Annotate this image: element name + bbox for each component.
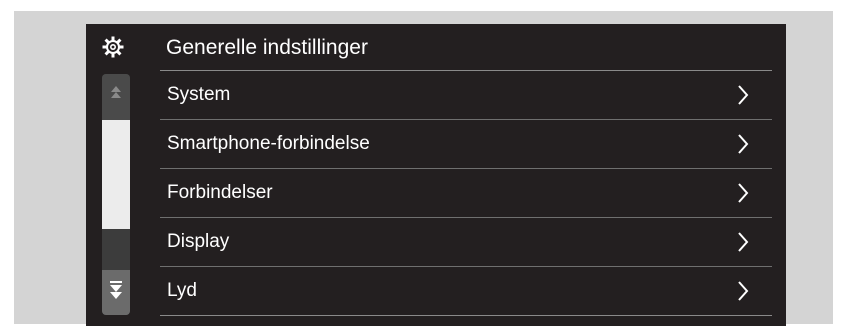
menu-item-label: System <box>167 84 231 105</box>
scroll-down-icon <box>110 281 122 299</box>
menu-item-label: Forbindelser <box>167 182 273 203</box>
settings-menu-list: System Smartphone-forbindelse Forbindels… <box>160 71 772 316</box>
menu-item-smartphone-connection[interactable]: Smartphone-forbindelse <box>160 120 772 169</box>
menu-item-label: Display <box>167 231 230 252</box>
scrollbar[interactable] <box>102 74 130 315</box>
gear-icon <box>102 36 124 58</box>
scroll-down-button[interactable] <box>102 270 130 315</box>
menu-item-display[interactable]: Display <box>160 218 772 267</box>
chevron-right-icon <box>736 84 750 106</box>
menu-item-label: Smartphone-forbindelse <box>167 133 370 154</box>
header: Generelle indstillinger <box>86 24 786 70</box>
scroll-up-button[interactable] <box>102 74 130 120</box>
chevron-right-icon <box>736 182 750 204</box>
menu-item-sound[interactable]: Lyd <box>160 267 772 316</box>
scroll-up-icon <box>111 86 121 98</box>
chevron-right-icon <box>736 133 750 155</box>
menu-item-system[interactable]: System <box>160 71 772 120</box>
menu-item-label: Lyd <box>167 280 197 301</box>
menu-item-connections[interactable]: Forbindelser <box>160 169 772 218</box>
settings-screen: Generelle indstillinger System Smartphon… <box>86 24 786 326</box>
page-title: Generelle indstillinger <box>166 36 368 59</box>
chevron-right-icon <box>736 231 750 253</box>
chevron-right-icon <box>736 280 750 302</box>
scroll-thumb[interactable] <box>102 120 130 229</box>
